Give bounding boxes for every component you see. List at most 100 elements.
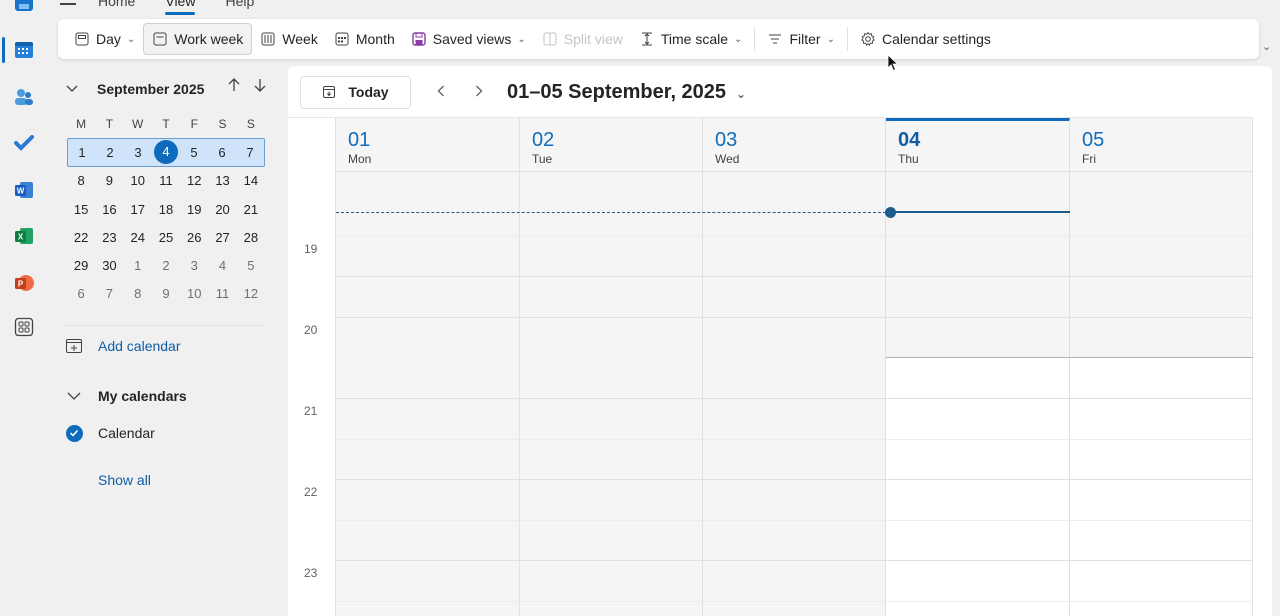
tab-home[interactable]: Home — [98, 0, 135, 9]
mini-calendar-day[interactable]: 8 — [67, 173, 95, 188]
mini-calendar-day[interactable]: 10 — [180, 286, 208, 301]
mini-calendar-day[interactable]: 27 — [208, 230, 236, 245]
date-range-title[interactable]: 01–05 September, 2025 ⌄ — [507, 81, 746, 104]
mini-calendar-day[interactable]: 6 — [208, 145, 236, 160]
split-view-label: Split view — [563, 31, 623, 47]
collapse-chevron-icon[interactable] — [66, 82, 80, 96]
mini-calendar-day[interactable]: 7 — [95, 286, 123, 301]
powerpoint-app-icon[interactable]: P — [12, 271, 36, 295]
mini-calendar-day[interactable]: 25 — [152, 230, 180, 245]
mini-calendar-day[interactable]: 12 — [180, 173, 208, 188]
mini-calendar-day[interactable]: 11 — [208, 286, 236, 301]
day-column[interactable] — [336, 172, 520, 616]
day-header-wed[interactable]: 03 Wed — [703, 118, 886, 172]
todo-app-icon[interactable] — [12, 131, 36, 155]
mini-calendar-day[interactable]: 2 — [96, 145, 124, 160]
mini-calendar-day[interactable]: 3 — [124, 145, 152, 160]
mini-calendar-day[interactable]: 3 — [180, 258, 208, 273]
month-view-button[interactable]: Month — [326, 23, 403, 55]
day-column[interactable] — [1070, 172, 1253, 616]
time-scale-button[interactable]: Time scale ⌄ — [631, 23, 751, 55]
time-scale-label: Time scale — [660, 31, 729, 47]
outlook-app-icon[interactable] — [12, 0, 36, 16]
day-header-tue[interactable]: 02 Tue — [520, 118, 703, 172]
work-week-view-button[interactable]: Work week — [143, 23, 253, 55]
mini-calendar-day[interactable]: 7 — [236, 145, 264, 160]
mini-calendar-day[interactable]: 9 — [152, 286, 180, 301]
mini-calendar-day[interactable]: 15 — [67, 202, 95, 217]
day-name: Fri — [1082, 152, 1096, 166]
add-calendar-button[interactable]: Add calendar — [64, 336, 181, 356]
day-header-thu-today[interactable]: 04 Thu — [886, 118, 1070, 172]
saved-views-label: Saved views — [432, 31, 512, 47]
day-column[interactable] — [520, 172, 703, 616]
mini-calendar-day[interactable]: 19 — [180, 202, 208, 217]
mini-calendar-day[interactable]: 18 — [152, 202, 180, 217]
mini-calendar-day[interactable]: 29 — [67, 258, 95, 273]
svg-text:W: W — [17, 187, 25, 196]
day-column[interactable] — [703, 172, 886, 616]
today-button[interactable]: Today — [300, 75, 411, 109]
week-view-button[interactable]: Week — [252, 23, 326, 55]
saved-views-button[interactable]: Saved views ⌄ — [403, 23, 534, 55]
my-calendars-group-header[interactable]: My calendars — [64, 386, 187, 406]
show-all-link[interactable]: Show all — [98, 472, 151, 488]
mini-calendar-day[interactable]: 30 — [95, 258, 123, 273]
hamburger-menu-icon[interactable] — [60, 3, 76, 5]
next-week-chevron-icon[interactable] — [467, 84, 491, 101]
word-app-icon[interactable]: W — [12, 178, 36, 202]
left-pane: September 2025 M T W T F S S 1 2 3 4 5 6 — [58, 66, 278, 616]
chevron-down-icon[interactable]: ⌄ — [517, 34, 525, 45]
mini-calendar-day[interactable]: 23 — [95, 230, 123, 245]
excel-app-icon[interactable]: X — [12, 224, 36, 248]
mini-calendar-day[interactable]: 17 — [124, 202, 152, 217]
checkmark-circle-icon[interactable] — [64, 423, 84, 443]
tab-view[interactable]: View — [165, 0, 196, 15]
time-gutter — [288, 118, 336, 616]
mini-calendar-title[interactable]: September 2025 — [97, 81, 204, 97]
mini-calendar-day[interactable]: 26 — [180, 230, 208, 245]
next-month-arrow-icon[interactable] — [254, 78, 266, 96]
people-app-icon[interactable] — [12, 85, 36, 109]
mini-calendar-day[interactable]: 2 — [152, 258, 180, 273]
mini-calendar-day[interactable]: 8 — [124, 286, 152, 301]
mini-calendar-day[interactable]: 22 — [67, 230, 95, 245]
mini-calendar-day[interactable]: 20 — [208, 202, 236, 217]
mini-calendar-day[interactable]: 5 — [180, 145, 208, 160]
mini-calendar-day[interactable]: 24 — [124, 230, 152, 245]
split-view-button[interactable]: Split view — [534, 23, 631, 55]
tab-help[interactable]: Help — [225, 0, 254, 9]
mini-calendar-day[interactable]: 5 — [237, 258, 265, 273]
toolbar-overflow-chevron-icon[interactable]: ⌄ — [1262, 40, 1271, 53]
mini-calendar-day[interactable]: 4 — [208, 258, 236, 273]
hour-label: 21 — [304, 404, 318, 418]
mini-calendar-day[interactable]: 1 — [68, 145, 96, 160]
mini-calendar-day[interactable]: 9 — [95, 173, 123, 188]
previous-month-arrow-icon[interactable] — [228, 78, 240, 96]
mini-calendar-day[interactable]: 10 — [124, 173, 152, 188]
more-apps-icon[interactable] — [12, 315, 36, 339]
day-header-mon[interactable]: 01 Mon — [336, 118, 520, 172]
calendar-settings-button[interactable]: Calendar settings — [852, 23, 999, 55]
mini-calendar-day[interactable]: 21 — [237, 202, 265, 217]
mini-calendar-day[interactable]: 11 — [152, 173, 180, 188]
calendar-main-surface: Today 01–05 September, 2025 ⌄ 01 Mon 02 T… — [288, 66, 1272, 616]
day-column[interactable] — [886, 172, 1070, 616]
chevron-down-icon[interactable]: ⌄ — [827, 34, 835, 45]
calendar-app-icon[interactable] — [12, 38, 36, 62]
chevron-down-icon[interactable]: ⌄ — [734, 34, 742, 45]
mini-calendar-day[interactable]: 28 — [237, 230, 265, 245]
mini-calendar-day[interactable]: 16 — [95, 202, 123, 217]
filter-button[interactable]: Filter ⌄ — [759, 23, 843, 55]
day-view-button[interactable]: Day ⌄ — [66, 23, 143, 55]
previous-week-chevron-icon[interactable] — [429, 84, 453, 101]
day-header-fri[interactable]: 05 Fri — [1070, 118, 1253, 172]
mini-calendar-today[interactable]: 4 — [152, 140, 180, 165]
mini-calendar-day[interactable]: 1 — [124, 258, 152, 273]
chevron-down-icon[interactable]: ⌄ — [127, 34, 135, 45]
calendar-list-item[interactable]: Calendar — [64, 423, 155, 443]
mini-calendar-day[interactable]: 13 — [208, 173, 236, 188]
mini-calendar-day[interactable]: 6 — [67, 286, 95, 301]
mini-calendar-day[interactable]: 14 — [237, 173, 265, 188]
mini-calendar-day[interactable]: 12 — [237, 286, 265, 301]
